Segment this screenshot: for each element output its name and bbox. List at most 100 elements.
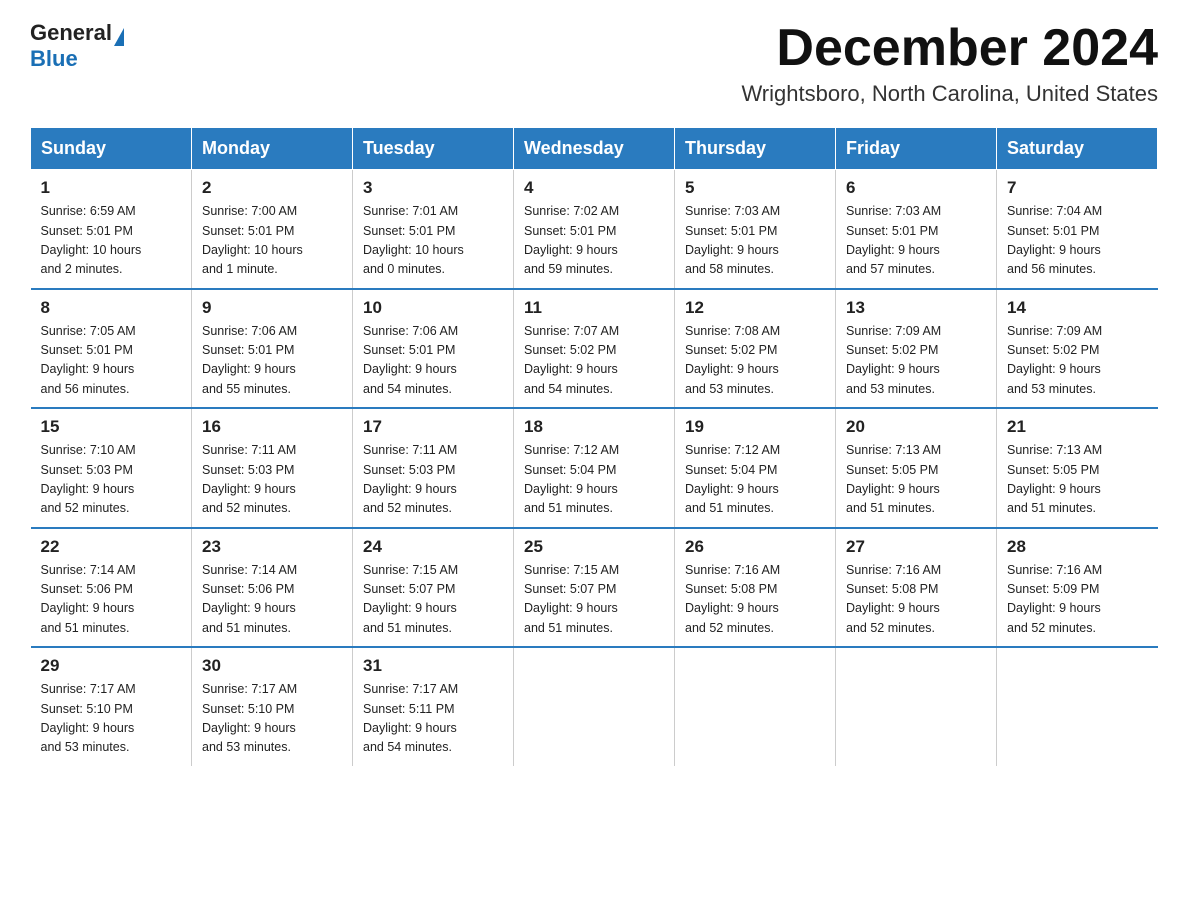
day-info: Sunrise: 7:16 AMSunset: 5:08 PMDaylight:… xyxy=(685,561,825,639)
calendar-cell: 13Sunrise: 7:09 AMSunset: 5:02 PMDayligh… xyxy=(836,289,997,409)
day-number: 2 xyxy=(202,178,342,198)
day-number: 1 xyxy=(41,178,182,198)
day-info: Sunrise: 7:13 AMSunset: 5:05 PMDaylight:… xyxy=(846,441,986,519)
calendar-cell: 20 Sunrise: 7:13 AMSunset: 5:05 PMDayligh… xyxy=(836,408,997,528)
calendar-cell xyxy=(514,647,675,766)
day-info: Sunrise: 7:13 AMSunset: 5:05 PMDaylight:… xyxy=(1007,441,1148,519)
calendar-cell: 14Sunrise: 7:09 AMSunset: 5:02 PMDayligh… xyxy=(997,289,1158,409)
logo-blue-text: Blue xyxy=(30,46,78,71)
day-info: Sunrise: 7:14 AMSunset: 5:06 PMDaylight:… xyxy=(202,561,342,639)
day-number: 24 xyxy=(363,537,503,557)
day-number: 29 xyxy=(41,656,182,676)
day-info: Sunrise: 7:09 AMSunset: 5:02 PMDaylight:… xyxy=(846,322,986,400)
calendar-cell: 25 Sunrise: 7:15 AMSunset: 5:07 PMDayligh… xyxy=(514,528,675,648)
calendar-cell: 4 Sunrise: 7:02 AMSunset: 5:01 PMDaylight… xyxy=(514,170,675,289)
day-number: 31 xyxy=(363,656,503,676)
day-number: 8 xyxy=(41,298,182,318)
day-number: 4 xyxy=(524,178,664,198)
day-number: 21 xyxy=(1007,417,1148,437)
week-row-3: 15Sunrise: 7:10 AMSunset: 5:03 PMDayligh… xyxy=(31,408,1158,528)
calendar-cell: 6 Sunrise: 7:03 AMSunset: 5:01 PMDaylight… xyxy=(836,170,997,289)
day-info: Sunrise: 7:08 AMSunset: 5:02 PMDaylight:… xyxy=(685,322,825,400)
calendar-cell: 1 Sunrise: 6:59 AMSunset: 5:01 PMDaylight… xyxy=(31,170,192,289)
day-number: 16 xyxy=(202,417,342,437)
calendar-cell xyxy=(675,647,836,766)
week-row-5: 29Sunrise: 7:17 AMSunset: 5:10 PMDayligh… xyxy=(31,647,1158,766)
day-number: 19 xyxy=(685,417,825,437)
calendar-cell: 17Sunrise: 7:11 AMSunset: 5:03 PMDayligh… xyxy=(353,408,514,528)
day-info: Sunrise: 7:16 AMSunset: 5:09 PMDaylight:… xyxy=(1007,561,1148,639)
day-info: Sunrise: 7:11 AMSunset: 5:03 PMDaylight:… xyxy=(202,441,342,519)
day-number: 7 xyxy=(1007,178,1148,198)
header-row: SundayMondayTuesdayWednesdayThursdayFrid… xyxy=(31,128,1158,170)
day-info: Sunrise: 7:12 AMSunset: 5:04 PMDaylight:… xyxy=(524,441,664,519)
calendar-cell: 18Sunrise: 7:12 AMSunset: 5:04 PMDayligh… xyxy=(514,408,675,528)
header-cell-saturday: Saturday xyxy=(997,128,1158,170)
title-area: December 2024 Wrightsboro, North Carolin… xyxy=(741,20,1158,107)
day-info: Sunrise: 7:01 AMSunset: 5:01 PMDaylight:… xyxy=(363,202,503,280)
calendar-cell: 28 Sunrise: 7:16 AMSunset: 5:09 PMDayligh… xyxy=(997,528,1158,648)
day-info: Sunrise: 7:15 AMSunset: 5:07 PMDaylight:… xyxy=(363,561,503,639)
day-number: 5 xyxy=(685,178,825,198)
day-info: Sunrise: 7:05 AMSunset: 5:01 PMDaylight:… xyxy=(41,322,182,400)
calendar-cell: 19 Sunrise: 7:12 AMSunset: 5:04 PMDayligh… xyxy=(675,408,836,528)
day-number: 17 xyxy=(363,417,503,437)
calendar-cell: 16 Sunrise: 7:11 AMSunset: 5:03 PMDayligh… xyxy=(192,408,353,528)
header-cell-friday: Friday xyxy=(836,128,997,170)
day-number: 10 xyxy=(363,298,503,318)
day-info: Sunrise: 7:03 AMSunset: 5:01 PMDaylight:… xyxy=(846,202,986,280)
calendar-cell: 11 Sunrise: 7:07 AMSunset: 5:02 PMDayligh… xyxy=(514,289,675,409)
calendar-cell: 27 Sunrise: 7:16 AMSunset: 5:08 PMDayligh… xyxy=(836,528,997,648)
week-row-2: 8 Sunrise: 7:05 AMSunset: 5:01 PMDaylight… xyxy=(31,289,1158,409)
header-cell-wednesday: Wednesday xyxy=(514,128,675,170)
day-number: 26 xyxy=(685,537,825,557)
calendar-cell: 8 Sunrise: 7:05 AMSunset: 5:01 PMDaylight… xyxy=(31,289,192,409)
calendar-cell: 12 Sunrise: 7:08 AMSunset: 5:02 PMDayligh… xyxy=(675,289,836,409)
calendar-cell: 31 Sunrise: 7:17 AMSunset: 5:11 PMDayligh… xyxy=(353,647,514,766)
day-info: Sunrise: 7:03 AMSunset: 5:01 PMDaylight:… xyxy=(685,202,825,280)
day-number: 11 xyxy=(524,298,664,318)
calendar-cell: 22Sunrise: 7:14 AMSunset: 5:06 PMDayligh… xyxy=(31,528,192,648)
calendar-cell: 29Sunrise: 7:17 AMSunset: 5:10 PMDayligh… xyxy=(31,647,192,766)
day-number: 22 xyxy=(41,537,182,557)
calendar-cell: 26 Sunrise: 7:16 AMSunset: 5:08 PMDayligh… xyxy=(675,528,836,648)
header-cell-thursday: Thursday xyxy=(675,128,836,170)
header-cell-sunday: Sunday xyxy=(31,128,192,170)
calendar-cell: 24 Sunrise: 7:15 AMSunset: 5:07 PMDayligh… xyxy=(353,528,514,648)
location-title: Wrightsboro, North Carolina, United Stat… xyxy=(741,81,1158,107)
day-info: Sunrise: 7:07 AMSunset: 5:02 PMDaylight:… xyxy=(524,322,664,400)
day-number: 28 xyxy=(1007,537,1148,557)
calendar-cell xyxy=(997,647,1158,766)
day-info: Sunrise: 7:02 AMSunset: 5:01 PMDaylight:… xyxy=(524,202,664,280)
logo-general-text: General xyxy=(30,20,112,46)
calendar-cell: 5 Sunrise: 7:03 AMSunset: 5:01 PMDaylight… xyxy=(675,170,836,289)
calendar-cell: 30Sunrise: 7:17 AMSunset: 5:10 PMDayligh… xyxy=(192,647,353,766)
day-info: Sunrise: 6:59 AMSunset: 5:01 PMDaylight:… xyxy=(41,202,182,280)
day-number: 20 xyxy=(846,417,986,437)
header: General Blue December 2024 Wrightsboro, … xyxy=(30,20,1158,107)
day-number: 9 xyxy=(202,298,342,318)
calendar-cell: 15Sunrise: 7:10 AMSunset: 5:03 PMDayligh… xyxy=(31,408,192,528)
calendar-cell: 3 Sunrise: 7:01 AMSunset: 5:01 PMDaylight… xyxy=(353,170,514,289)
day-number: 27 xyxy=(846,537,986,557)
day-info: Sunrise: 7:10 AMSunset: 5:03 PMDaylight:… xyxy=(41,441,182,519)
day-number: 23 xyxy=(202,537,342,557)
day-info: Sunrise: 7:16 AMSunset: 5:08 PMDaylight:… xyxy=(846,561,986,639)
day-info: Sunrise: 7:00 AMSunset: 5:01 PMDaylight:… xyxy=(202,202,342,280)
calendar-cell: 21 Sunrise: 7:13 AMSunset: 5:05 PMDayligh… xyxy=(997,408,1158,528)
logo-triangle-icon xyxy=(114,28,124,46)
day-info: Sunrise: 7:15 AMSunset: 5:07 PMDaylight:… xyxy=(524,561,664,639)
calendar-cell: 10 Sunrise: 7:06 AMSunset: 5:01 PMDayligh… xyxy=(353,289,514,409)
day-info: Sunrise: 7:06 AMSunset: 5:01 PMDaylight:… xyxy=(363,322,503,400)
calendar-cell: 7Sunrise: 7:04 AMSunset: 5:01 PMDaylight… xyxy=(997,170,1158,289)
day-number: 12 xyxy=(685,298,825,318)
day-number: 25 xyxy=(524,537,664,557)
day-number: 6 xyxy=(846,178,986,198)
calendar-table: SundayMondayTuesdayWednesdayThursdayFrid… xyxy=(30,127,1158,766)
day-number: 3 xyxy=(363,178,503,198)
day-info: Sunrise: 7:17 AMSunset: 5:11 PMDaylight:… xyxy=(363,680,503,758)
month-title: December 2024 xyxy=(741,20,1158,77)
day-info: Sunrise: 7:09 AMSunset: 5:02 PMDaylight:… xyxy=(1007,322,1148,400)
day-number: 30 xyxy=(202,656,342,676)
day-info: Sunrise: 7:12 AMSunset: 5:04 PMDaylight:… xyxy=(685,441,825,519)
